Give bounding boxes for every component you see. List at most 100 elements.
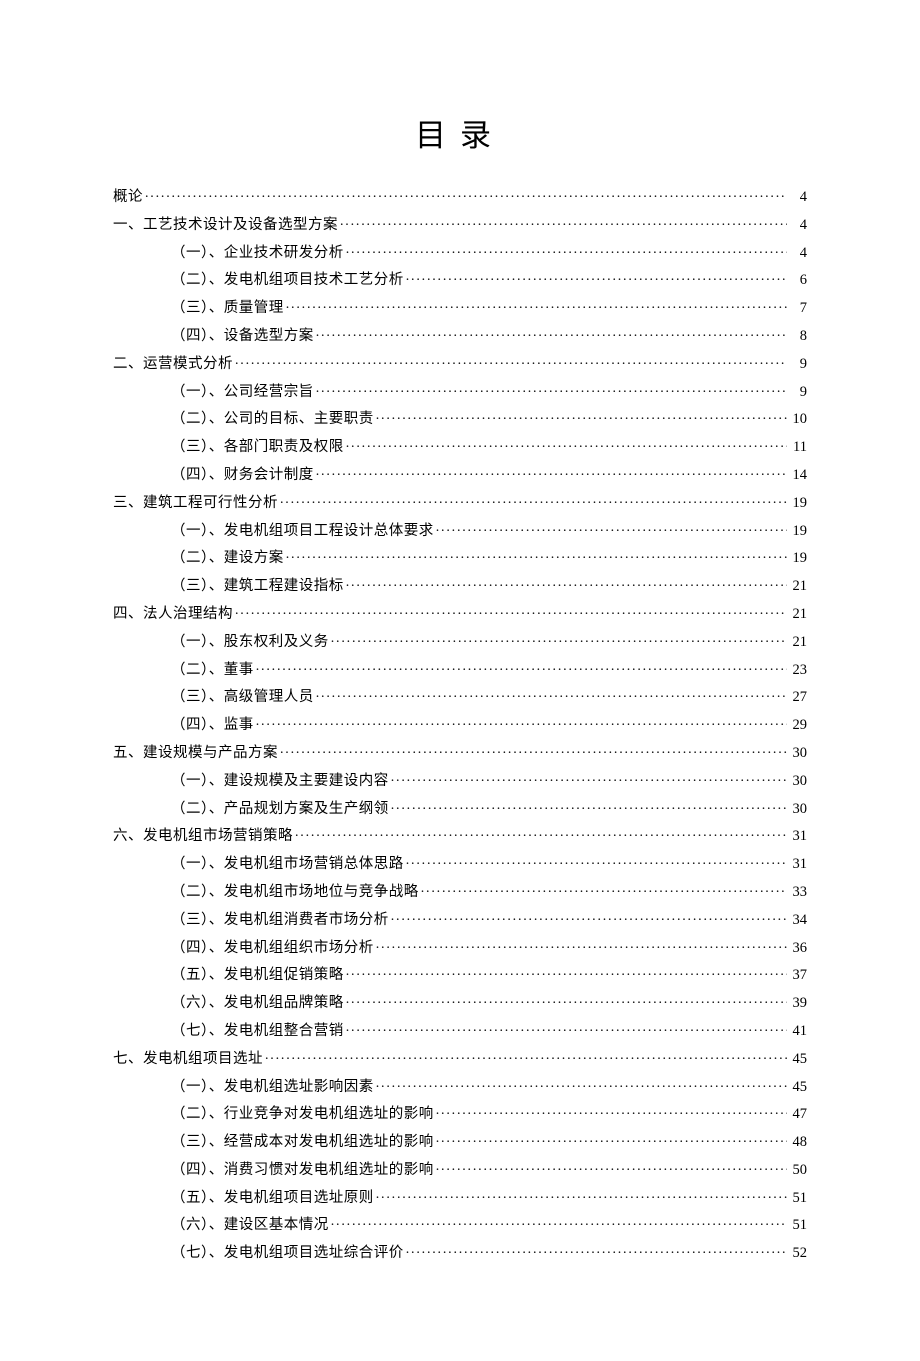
toc-page-number: 19 (789, 524, 807, 539)
toc-entry: （二）、行业竞争对发电机组选址的影响47 (113, 1104, 807, 1122)
toc-label: （一）、公司经营宗旨 (171, 385, 314, 400)
toc-label: 二、运营模式分析 (113, 357, 233, 372)
toc-label: （七）、发电机组整合营销 (171, 1024, 344, 1039)
toc-page-number: 9 (789, 385, 807, 400)
toc-leader-dots (286, 298, 787, 312)
toc-label: （三）、经营成本对发电机组选址的影响 (171, 1135, 434, 1150)
toc-leader-dots (280, 743, 787, 757)
toc-entry: 概论4 (113, 187, 807, 205)
toc-page-number: 4 (789, 246, 807, 261)
toc-entry: （一）、建设规模及主要建设内容30 (113, 771, 807, 789)
toc-label: 六、发电机组市场营销策略 (113, 829, 293, 844)
toc-leader-dots (436, 1132, 787, 1146)
toc-leader-dots (391, 799, 787, 813)
toc-label: （三）、发电机组消费者市场分析 (171, 913, 389, 928)
toc-entry: （四）、消费习惯对发电机组选址的影响50 (113, 1160, 807, 1178)
toc-label: （一）、股东权利及义务 (171, 635, 329, 650)
toc-leader-dots (406, 854, 787, 868)
toc-entry: （三）、发电机组消费者市场分析34 (113, 910, 807, 928)
toc-leader-dots (145, 187, 787, 201)
toc-leader-dots (316, 465, 787, 479)
toc-page-number: 30 (789, 774, 807, 789)
toc-label: （四）、财务会计制度 (171, 468, 314, 483)
toc-label: （一）、发电机组市场营销总体思路 (171, 857, 404, 872)
toc-label: （一）、发电机组选址影响因素 (171, 1080, 374, 1095)
toc-label: （二）、发电机组市场地位与竞争战略 (171, 885, 419, 900)
toc-label: （四）、设备选型方案 (171, 329, 314, 344)
toc-label: （一）、企业技术研发分析 (171, 246, 344, 261)
toc-label: （二）、产品规划方案及生产纲领 (171, 802, 389, 817)
toc-leader-dots (376, 1077, 787, 1091)
toc-page-number: 47 (789, 1107, 807, 1122)
toc-entry: 二、运营模式分析 9 (113, 354, 807, 372)
document-page: 目录 概论4一、工艺技术设计及设备选型方案4（一）、企业技术研发分析4（二）、发… (0, 0, 920, 1361)
toc-entry: 三、建筑工程可行性分析19 (113, 493, 807, 511)
toc-page-number: 9 (789, 357, 807, 372)
toc-entry: 四、法人治理结构21 (113, 604, 807, 622)
toc-page-number: 50 (789, 1163, 807, 1178)
toc-label: （三）、建筑工程建设指标 (171, 579, 344, 594)
toc-entry: （七）、发电机组项目选址综合评价 52 (113, 1243, 807, 1261)
toc-leader-dots (265, 1049, 787, 1063)
toc-leader-dots (376, 409, 787, 423)
toc-label: （四）、监事 (171, 718, 254, 733)
toc-entry: （六）、建设区基本情况51 (113, 1215, 807, 1233)
toc-entry: 五、建设规模与产品方案30 (113, 743, 807, 761)
toc-leader-dots (331, 632, 787, 646)
toc-label: （七）、发电机组项目选址综合评价 (171, 1246, 404, 1261)
toc-entry: （二）、公司的目标、主要职责10 (113, 409, 807, 427)
toc-label: 五、建设规模与产品方案 (113, 746, 278, 761)
toc-entry: （一）、发电机组选址影响因素 45 (113, 1077, 807, 1095)
toc-leader-dots (316, 382, 787, 396)
toc-leader-dots (346, 965, 787, 979)
toc-page-number: 8 (789, 329, 807, 344)
toc-page-number: 19 (789, 496, 807, 511)
toc-leader-dots (295, 826, 787, 840)
toc-leader-dots (436, 521, 787, 535)
toc-entry: （三）、质量管理7 (113, 298, 807, 316)
toc-leader-dots (235, 604, 787, 618)
toc-page-number: 27 (789, 690, 807, 705)
toc-entry: （一）、股东权利及义务21 (113, 632, 807, 650)
toc-entry: （四）、财务会计制度 14 (113, 465, 807, 483)
toc-page-number: 36 (789, 941, 807, 956)
toc-entry: （七）、发电机组整合营销 41 (113, 1021, 807, 1039)
toc-page-number: 51 (789, 1191, 807, 1206)
toc-page-number: 11 (789, 440, 807, 455)
toc-leader-dots (436, 1104, 787, 1118)
toc-entry: （二）、发电机组项目技术工艺分析6 (113, 270, 807, 288)
toc-label: 一、工艺技术设计及设备选型方案 (113, 218, 338, 233)
toc-page-number: 33 (789, 885, 807, 900)
toc-entry: （一）、企业技术研发分析 4 (113, 243, 807, 261)
toc-label: （五）、发电机组促销策略 (171, 968, 344, 983)
toc-page-number: 37 (789, 968, 807, 983)
toc-entry: （四）、发电机组组织市场分析 36 (113, 938, 807, 956)
toc-entry: （二）、发电机组市场地位与竞争战略 33 (113, 882, 807, 900)
toc-entry: 七、发电机组项目选址45 (113, 1049, 807, 1067)
toc-page-number: 14 (789, 468, 807, 483)
toc-label: （六）、发电机组品牌策略 (171, 996, 344, 1011)
toc-label: （三）、各部门职责及权限 (171, 440, 344, 455)
toc-leader-dots (316, 687, 787, 701)
toc-leader-dots (316, 326, 787, 340)
toc-page-number: 41 (789, 1024, 807, 1039)
toc-entry: （二）、产品规划方案及生产纲领30 (113, 799, 807, 817)
toc-entry: （五）、发电机组促销策略 37 (113, 965, 807, 983)
toc-label: 七、发电机组项目选址 (113, 1052, 263, 1067)
toc-leader-dots (346, 993, 787, 1007)
toc-page-number: 31 (789, 829, 807, 844)
toc-page-number: 39 (789, 996, 807, 1011)
toc-page-number: 31 (789, 857, 807, 872)
toc-entry: （二）、董事23 (113, 660, 807, 678)
toc-page-number: 48 (789, 1135, 807, 1150)
toc-page-number: 7 (789, 301, 807, 316)
toc-label: （四）、发电机组组织市场分析 (171, 941, 374, 956)
toc-leader-dots (406, 1243, 787, 1257)
toc-entry: （三）、建筑工程建设指标21 (113, 576, 807, 594)
toc-leader-dots (256, 660, 787, 674)
toc-page-number: 52 (789, 1246, 807, 1261)
toc-page-number: 19 (789, 551, 807, 566)
toc-leader-dots (280, 493, 787, 507)
toc-leader-dots (346, 576, 787, 590)
toc-page-number: 45 (789, 1080, 807, 1095)
